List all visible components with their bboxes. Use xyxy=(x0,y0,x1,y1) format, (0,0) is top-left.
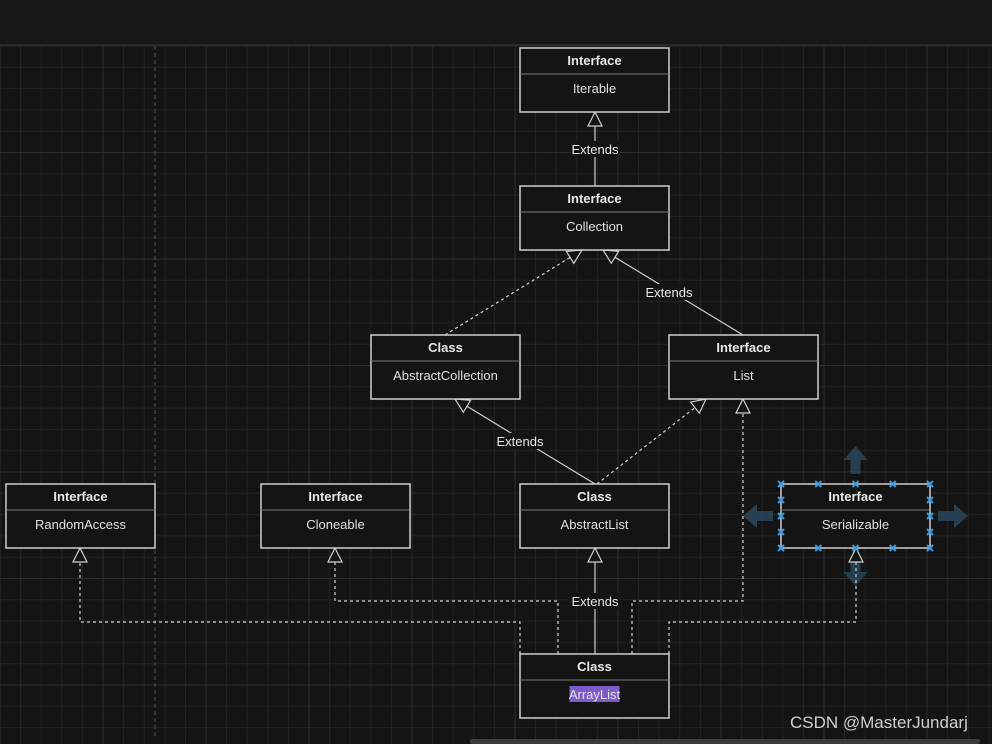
node-stereotype: Interface xyxy=(567,53,621,68)
node-iterable[interactable]: Interface Iterable xyxy=(519,47,670,113)
edge-label: Extends xyxy=(646,285,693,300)
inheritance-arrowhead-icon xyxy=(587,110,603,127)
node-abstractlist[interactable]: Class AbstractList xyxy=(519,483,670,549)
inheritance-arrowhead-icon xyxy=(601,249,620,265)
node-name[interactable]: Iterable xyxy=(573,81,616,96)
node-stereotype: Interface xyxy=(567,191,621,206)
node-stereotype: Class xyxy=(577,489,612,504)
inheritance-arrowhead-icon xyxy=(565,249,584,265)
node-name[interactable]: Serializable xyxy=(822,517,889,532)
node-randomaccess[interactable]: Interface RandomAccess xyxy=(5,483,156,549)
node-name[interactable]: List xyxy=(733,368,754,383)
inheritance-arrowhead-icon xyxy=(453,398,472,414)
edge-abstractcollection-to-collection[interactable] xyxy=(444,249,584,336)
node-serializable[interactable]: Interface Serializable xyxy=(777,480,934,552)
horizontal-scrollbar[interactable] xyxy=(470,739,980,744)
diagram-canvas[interactable]: Extends Extends Extends Extends Interface Ite… xyxy=(0,46,992,744)
edge-arraylist-to-cloneable[interactable] xyxy=(327,546,559,654)
node-stereotype: Class xyxy=(577,659,612,674)
edge-abstractlist-to-list[interactable] xyxy=(596,398,708,485)
node-stereotype: Interface xyxy=(308,489,362,504)
inheritance-arrowhead-icon xyxy=(72,546,88,563)
node-stereotype: Interface xyxy=(828,489,882,504)
node-name[interactable]: Collection xyxy=(566,219,623,234)
node-name[interactable]: AbstractList xyxy=(561,517,629,532)
node-abstractcollection[interactable]: Class AbstractCollection xyxy=(370,334,521,400)
arrow-right-icon[interactable] xyxy=(938,504,968,528)
inheritance-arrowhead-icon xyxy=(689,398,708,415)
arrow-left-icon[interactable] xyxy=(743,504,773,528)
watermark: CSDN @MasterJundarj xyxy=(790,713,968,732)
node-name[interactable]: RandomAccess xyxy=(35,517,127,532)
edge-label: Extends xyxy=(572,142,619,157)
edge-list-to-collection[interactable]: Extends xyxy=(601,249,744,336)
node-stereotype: Class xyxy=(428,340,463,355)
inheritance-arrowhead-icon xyxy=(735,397,751,414)
edge-label: Extends xyxy=(572,594,619,609)
edge-collection-to-iterable[interactable]: Extends xyxy=(570,110,620,186)
node-name[interactable]: AbstractCollection xyxy=(393,368,498,383)
node-stereotype: Interface xyxy=(53,489,107,504)
edge-abstractlist-to-abstractcollection[interactable]: Extends xyxy=(453,398,596,485)
edge-arraylist-to-abstractlist[interactable]: Extends xyxy=(570,546,620,654)
inheritance-arrowhead-icon xyxy=(587,546,603,563)
inheritance-arrowhead-icon xyxy=(848,546,864,563)
node-list[interactable]: Interface List xyxy=(668,334,819,400)
edge-label: Extends xyxy=(497,434,544,449)
node-cloneable[interactable]: Interface Cloneable xyxy=(260,483,411,549)
node-name[interactable]: ArrayList xyxy=(569,687,621,702)
edge-arraylist-to-serializable[interactable] xyxy=(668,546,864,654)
node-collection[interactable]: Interface Collection xyxy=(519,185,670,251)
node-arraylist[interactable]: Class ArrayList xyxy=(519,653,670,719)
node-stereotype: Interface xyxy=(716,340,770,355)
toolbar-area xyxy=(0,0,992,46)
node-name[interactable]: Cloneable xyxy=(306,517,365,532)
